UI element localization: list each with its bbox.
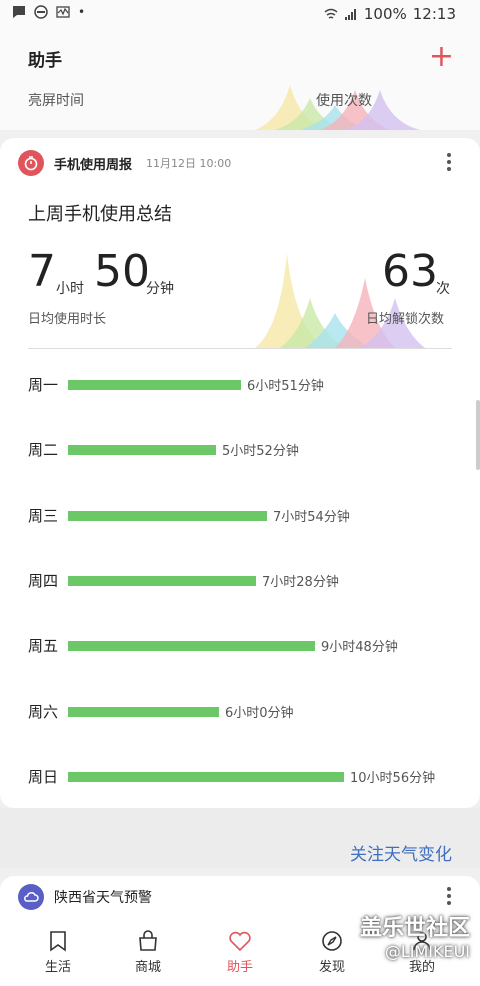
message-icon: [13, 6, 25, 18]
day-row: 周五 9小时48分钟: [28, 635, 458, 657]
nav-discover[interactable]: 发现: [292, 930, 372, 975]
notification-icons: •: [12, 5, 85, 19]
day-usage-value: 6小时51分钟: [247, 379, 324, 394]
day-row: 周四 7小时28分钟: [28, 570, 458, 592]
divider: [28, 348, 452, 349]
dot-icon: •: [78, 5, 86, 19]
nav-mall-label: 商城: [134, 960, 161, 975]
clock: 12:13: [412, 5, 456, 23]
follow-weather-link[interactable]: 关注天气变化: [350, 840, 452, 865]
page-title: 助手: [28, 51, 62, 71]
do-not-disturb-icon: [34, 5, 48, 19]
status-bar: • 100% 12:13: [0, 0, 480, 30]
day-label: 周三: [28, 507, 59, 525]
nav-discover-label: 发现: [318, 960, 345, 975]
bookmark-icon: [50, 931, 66, 952]
day-usage-value: 6小时0分钟: [225, 706, 294, 721]
day-usage-bar: [68, 445, 216, 455]
compass-icon: [322, 931, 342, 951]
nav-mine-label: 我的: [408, 960, 435, 975]
day-usage-bar: [68, 576, 256, 586]
nav-life[interactable]: 生活: [18, 930, 98, 975]
avg-minutes-value: 50: [94, 246, 150, 297]
weather-card-title: 陕西省天气预警: [54, 890, 152, 906]
summary-title: 上周手机使用总结: [28, 204, 172, 225]
nav-mall[interactable]: 商城: [108, 930, 188, 975]
scrollbar[interactable]: [476, 400, 480, 470]
avg-unlock-label: 日均解锁次数: [366, 312, 445, 327]
day-usage-bar: [68, 772, 344, 782]
weekly-report-card[interactable]: 手机使用周报 11月12日 10:00 上周手机使用总结 7 小时 50 分钟 …: [0, 138, 480, 808]
tab-screen-time[interactable]: 亮屏时间: [28, 90, 84, 110]
assistant-header: 助手 + 亮屏时间 使用次数: [0, 30, 480, 130]
day-row: 周六 6小时0分钟: [28, 701, 458, 723]
day-row: 周一 6小时51分钟: [28, 374, 458, 396]
report-date: 11月12日 10:00: [146, 157, 232, 170]
tab-usage-count[interactable]: 使用次数: [316, 90, 372, 110]
nav-mine[interactable]: 我的: [382, 930, 462, 975]
shopping-bag-icon: [139, 930, 157, 951]
avg-hours-value: 7: [28, 246, 56, 297]
day-usage-value: 10小时56分钟: [350, 771, 436, 786]
avg-unlocks-value: 63: [382, 246, 438, 297]
add-icon[interactable]: +: [429, 42, 454, 72]
person-icon: [413, 932, 431, 951]
day-usage-value: 5小时52分钟: [222, 444, 299, 459]
day-usage-bar: [68, 511, 267, 521]
day-label: 周日: [28, 768, 59, 786]
day-usage-value: 7小时54分钟: [273, 510, 350, 525]
day-label: 周四: [28, 572, 59, 590]
wifi-icon: [324, 8, 338, 19]
activity-icon: [56, 6, 70, 18]
signal-icon: [344, 9, 356, 20]
avg-usage-label: 日均使用时长: [28, 312, 107, 327]
day-label: 周五: [28, 637, 59, 655]
hours-unit: 小时: [56, 281, 84, 297]
nav-life-label: 生活: [44, 960, 71, 975]
day-row: 周三 7小时54分钟: [28, 505, 458, 527]
card-header: 手机使用周报 11月12日 10:00: [18, 150, 231, 176]
nav-assistant[interactable]: 助手: [200, 930, 280, 975]
day-usage-value: 9小时48分钟: [321, 640, 398, 655]
bottom-navigation: 生活 商城 助手 发现 我的: [0, 924, 480, 986]
minutes-unit: 分钟: [146, 281, 174, 297]
day-row: 周日 10小时56分钟: [28, 766, 458, 788]
heart-icon: [229, 931, 251, 952]
report-name: 手机使用周报: [54, 157, 133, 173]
day-row: 周二 5小时52分钟: [28, 439, 458, 461]
day-usage-bar: [68, 641, 315, 651]
weather-more-options-icon[interactable]: [446, 884, 452, 908]
day-usage-value: 7小时28分钟: [262, 575, 339, 590]
unlocks-unit: 次: [436, 281, 450, 297]
day-label: 周二: [28, 441, 59, 459]
follow-section: 关注天气变化: [0, 808, 480, 868]
nav-assistant-label: 助手: [226, 960, 253, 975]
battery-level: 100%: [363, 5, 407, 23]
day-usage-bar: [68, 707, 219, 717]
weather-icon: [18, 884, 44, 910]
day-label: 周六: [28, 703, 59, 721]
more-options-icon[interactable]: [446, 150, 452, 174]
timer-icon: [18, 150, 44, 176]
day-label: 周一: [28, 376, 59, 394]
day-usage-bar: [68, 380, 241, 390]
